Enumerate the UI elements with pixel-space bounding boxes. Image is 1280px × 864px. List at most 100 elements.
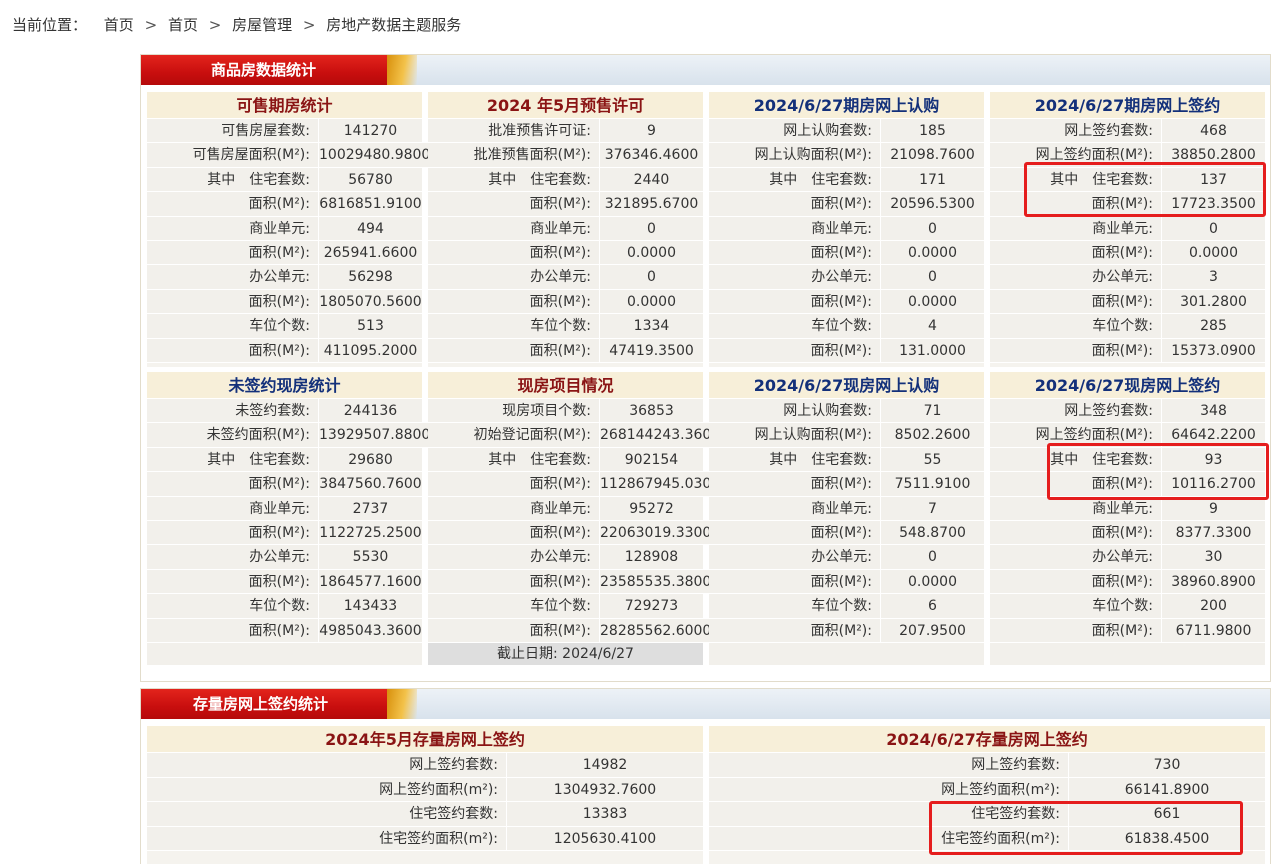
row-value: 7511.9100 (881, 472, 984, 496)
row-value: 56298 (319, 265, 422, 289)
table-row: 面积(M²): 265941.6600 (147, 240, 422, 266)
row-label-text: 面积(M²): (810, 196, 872, 213)
commercial-housing-panel: 商品房数据统计 可售期房统计 可售房屋套数: 141270 可售房屋面积(M²): 10… (140, 54, 1271, 682)
row-label-text: 车位个数: (1092, 598, 1153, 615)
table-row: 住宅签约面积(m²): 61838.4500 (709, 826, 1265, 851)
table-row: 面积(M²): 8377.3300 (990, 520, 1265, 546)
row-label-text: 面积(M²): (248, 196, 310, 213)
stats-block: 2024年5月存量房网上签约 网上签约套数: 14982 网上签约面积(m²): 130… (147, 726, 703, 864)
row-label: 面积(M²): (428, 289, 600, 314)
row-value: 20596.5300 (881, 192, 984, 216)
block-filler (990, 642, 1265, 665)
row-label-text: 面积(M²): (810, 342, 872, 359)
table-row: 面积(M²): 3847560.7600 (147, 472, 422, 497)
stats-block: 现房项目情况 现房项目个数: 36853 初始登记面积(M²): 268144243.3… (428, 372, 721, 665)
row-label-text: 商业单元: (249, 500, 310, 517)
row-label: 现房项目个数: (428, 399, 600, 423)
table-row: 面积(M²): 0.0000 (709, 289, 984, 315)
row-label: 面积(M²): (147, 289, 319, 314)
table-row: 面积(M²): 7511.9100 (709, 472, 984, 497)
row-label-text: 面积(M²): (529, 293, 591, 310)
row-label-text: 面积(M²): (248, 293, 310, 310)
row-value: 64642.2200 (1162, 423, 1265, 447)
row-label-text: 面积(M²): (529, 244, 591, 261)
table-row: 面积(M²): 0.0000 (709, 569, 984, 595)
row-value: 61838.4500 (1069, 826, 1265, 850)
row-value: 244136 (319, 399, 422, 423)
row-label-text: 面积(M²): (1091, 244, 1153, 261)
row-label-text: 商业单元: (530, 220, 591, 237)
stats-block: 2024/6/27期房网上认购 网上认购套数: 185 网上认购面积(M²): 2109… (709, 92, 984, 367)
row-label-text: 车位个数: (1092, 318, 1153, 335)
row-value: 0.0000 (1162, 240, 1265, 265)
row-label-text: 商业单元: (1092, 220, 1153, 237)
row-label-text: 住宅套数: (530, 171, 591, 188)
row-label-text: 面积(M²): (529, 342, 591, 359)
row-label-text: 商业单元: (811, 500, 872, 517)
row-value: 0 (881, 265, 984, 289)
row-label: 其中 住宅套数: (990, 167, 1162, 192)
row-label: 面积(M²): (428, 338, 600, 362)
table-row: 网上认购面积(M²): 21098.7600 (709, 143, 984, 168)
row-label-text: 面积(M²): (248, 573, 310, 590)
row-value: 661 (1069, 802, 1265, 826)
row-label-text: 面积(M²): (529, 573, 591, 590)
row-value: 513 (319, 314, 422, 338)
row-value: 0 (881, 216, 984, 240)
row-label-text: 面积(M²): (1091, 476, 1153, 493)
row-label-text: 面积(M²): (248, 476, 310, 493)
row-label: 其中 住宅套数: (428, 447, 600, 472)
table-row: 面积(M²): 112867945.0300 (428, 472, 721, 497)
row-value: 38850.2800 (1162, 143, 1265, 167)
row-value: 30 (1162, 545, 1265, 569)
breadcrumb-item-home-2[interactable]: 首页 (168, 16, 198, 34)
table-row: 可售房屋套数: 141270 (147, 119, 422, 144)
table-row: 住宅签约套数: 661 (709, 802, 1265, 827)
table-row: 车位个数: 1334 (428, 314, 703, 339)
table-row: 车位个数: 4 (709, 314, 984, 339)
table-row: 面积(M²): 131.0000 (709, 338, 984, 363)
table-row: 未签约套数: 244136 (147, 399, 422, 424)
row-value: 93 (1162, 447, 1265, 472)
row-label: 面积(M²): (990, 240, 1162, 265)
row-label-text: 面积(M²): (1091, 342, 1153, 359)
table-row: 其中 住宅套数: 2440 (428, 167, 703, 193)
row-label: 办公单元: (709, 265, 881, 289)
table-row: 面积(M²): 38960.8900 (990, 569, 1265, 595)
row-value: 13383 (507, 802, 703, 826)
table-row: 办公单元: 56298 (147, 265, 422, 290)
row-label-prefix: 其中 (488, 451, 517, 468)
table-row: 面积(M²): 10116.2700 (990, 472, 1265, 497)
block-title: 2024/6/27现房网上签约 (990, 372, 1265, 399)
table-row: 网上认购套数: 71 (709, 399, 984, 424)
row-label-text: 批准预售面积(M²): (473, 147, 591, 164)
row-value: 0.0000 (600, 240, 703, 265)
row-label-prefix: 其中 (207, 171, 236, 188)
row-label-text: 面积(M²): (1091, 293, 1153, 310)
row-label: 未签约套数: (147, 399, 319, 423)
breadcrumb: 当前位置： 首页 > 首页 > 房屋管理 > 房地产数据主题服务 (12, 15, 461, 35)
table-row: 面积(M²): 321895.6700 (428, 192, 703, 217)
row-label-text: 办公单元: (530, 549, 591, 566)
row-label-text: 网上认购面积(M²): (754, 427, 872, 444)
row-label-prefix: 其中 (207, 451, 236, 468)
stats-block: 2024 年5月预售许可 批准预售许可证: 9 批准预售面积(M²): 376346.4… (428, 92, 703, 367)
row-label: 商业单元: (428, 496, 600, 520)
row-label: 车位个数: (147, 314, 319, 338)
breadcrumb-item-home[interactable]: 首页 (104, 16, 134, 34)
row-label: 批准预售许可证: (428, 119, 600, 143)
table-row: 商业单元: 0 (428, 216, 703, 241)
row-value: 47419.3500 (600, 338, 703, 362)
row-value: 1304932.7600 (507, 777, 703, 801)
breadcrumb-item-housing[interactable]: 房屋管理 (232, 16, 292, 34)
row-label-text: 面积(M²): (810, 293, 872, 310)
stats-block: 可售期房统计 可售房屋套数: 141270 可售房屋面积(M²): 10029480.9… (147, 92, 431, 367)
row-label: 车位个数: (990, 594, 1162, 618)
row-value: 301.2800 (1162, 289, 1265, 314)
row-label: 车位个数: (428, 594, 600, 618)
table-row: 商业单元: 0 (990, 216, 1265, 241)
row-label-text: 办公单元: (1092, 549, 1153, 566)
row-value: 0.0000 (881, 569, 984, 594)
row-label: 面积(M²): (990, 289, 1162, 314)
table-row: 面积(M²): 301.2800 (990, 289, 1265, 315)
